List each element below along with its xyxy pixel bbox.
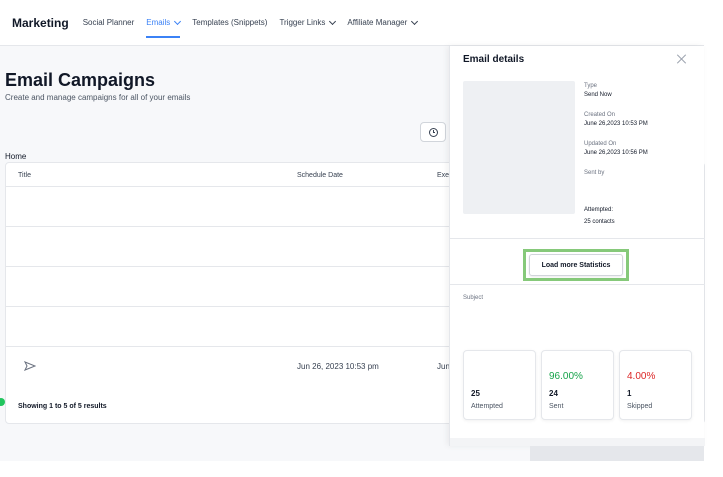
- nav-trigger-links[interactable]: Trigger Links: [279, 0, 337, 46]
- breadcrumb[interactable]: Home: [5, 152, 26, 161]
- attempted-value: 25 contacts: [584, 219, 615, 225]
- stat-label: Skipped: [627, 403, 653, 410]
- divider: [450, 238, 705, 239]
- nav-templates[interactable]: Templates (Snippets): [192, 0, 267, 46]
- type-label: Type: [584, 83, 598, 89]
- page-title: Email Campaigns: [5, 70, 156, 90]
- page-subtitle: Create and manage campaigns for all of y…: [5, 93, 191, 102]
- sent-by-label: Sent by: [584, 170, 605, 176]
- chevron-down-icon: [174, 17, 182, 25]
- drawer-footer: [450, 438, 705, 446]
- divider: [450, 284, 705, 285]
- load-more-statistics-button[interactable]: Load more Statistics: [529, 254, 623, 276]
- send-icon: [24, 361, 36, 371]
- email-preview-thumbnail: [463, 81, 575, 214]
- close-icon[interactable]: [676, 54, 686, 64]
- nav-emails[interactable]: Emails: [146, 0, 182, 46]
- clock-icon: [428, 127, 438, 137]
- subject-label: Subject: [463, 295, 484, 301]
- chevron-down-icon: [329, 17, 337, 25]
- chevron-down-icon: [411, 17, 419, 25]
- stat-count: 1: [627, 389, 632, 398]
- stat-label: Sent: [549, 403, 564, 410]
- pagination-summary: Showing 1 to 5 of 5 results: [18, 403, 107, 410]
- stat-percent: 4.00%: [627, 371, 656, 382]
- brand-title: Marketing: [12, 15, 69, 30]
- stat-card-attempted: 25 Attempted: [463, 350, 536, 420]
- stat-card-sent: 96.00% 24 Sent: [541, 350, 614, 420]
- exec-cell: Jun: [437, 362, 450, 371]
- created-value: June 26,2023 10:53 PM: [584, 121, 648, 127]
- attempted-label: Attempted:: [584, 207, 614, 213]
- nav-social-planner[interactable]: Social Planner: [83, 0, 135, 46]
- top-nav: Marketing Social Planner Emails Template…: [0, 0, 704, 46]
- stat-label: Attempted: [471, 403, 503, 410]
- updated-label: Updated On: [584, 141, 617, 147]
- nav-affiliate-manager[interactable]: Affiliate Manager: [347, 0, 419, 46]
- schedule-filter-button[interactable]: [420, 122, 446, 142]
- drawer-title: Email details: [463, 54, 525, 65]
- updated-value: June 26,2023 10:56 PM: [584, 150, 648, 156]
- stat-count: 25: [471, 389, 480, 398]
- column-title: Title: [18, 172, 31, 179]
- drawer-shadow: [530, 446, 704, 461]
- schedule-date-cell: Jun 26, 2023 10:53 pm: [297, 362, 379, 371]
- stat-card-skipped: 4.00% 1 Skipped: [619, 350, 692, 420]
- created-label: Created On: [584, 112, 616, 118]
- email-details-drawer: Email details Type Send Now Created On J…: [449, 46, 705, 446]
- type-value: Send Now: [584, 92, 612, 98]
- stat-percent: 96.00%: [549, 371, 583, 382]
- stat-count: 24: [549, 389, 558, 398]
- column-schedule-date: Schedule Date: [297, 172, 343, 179]
